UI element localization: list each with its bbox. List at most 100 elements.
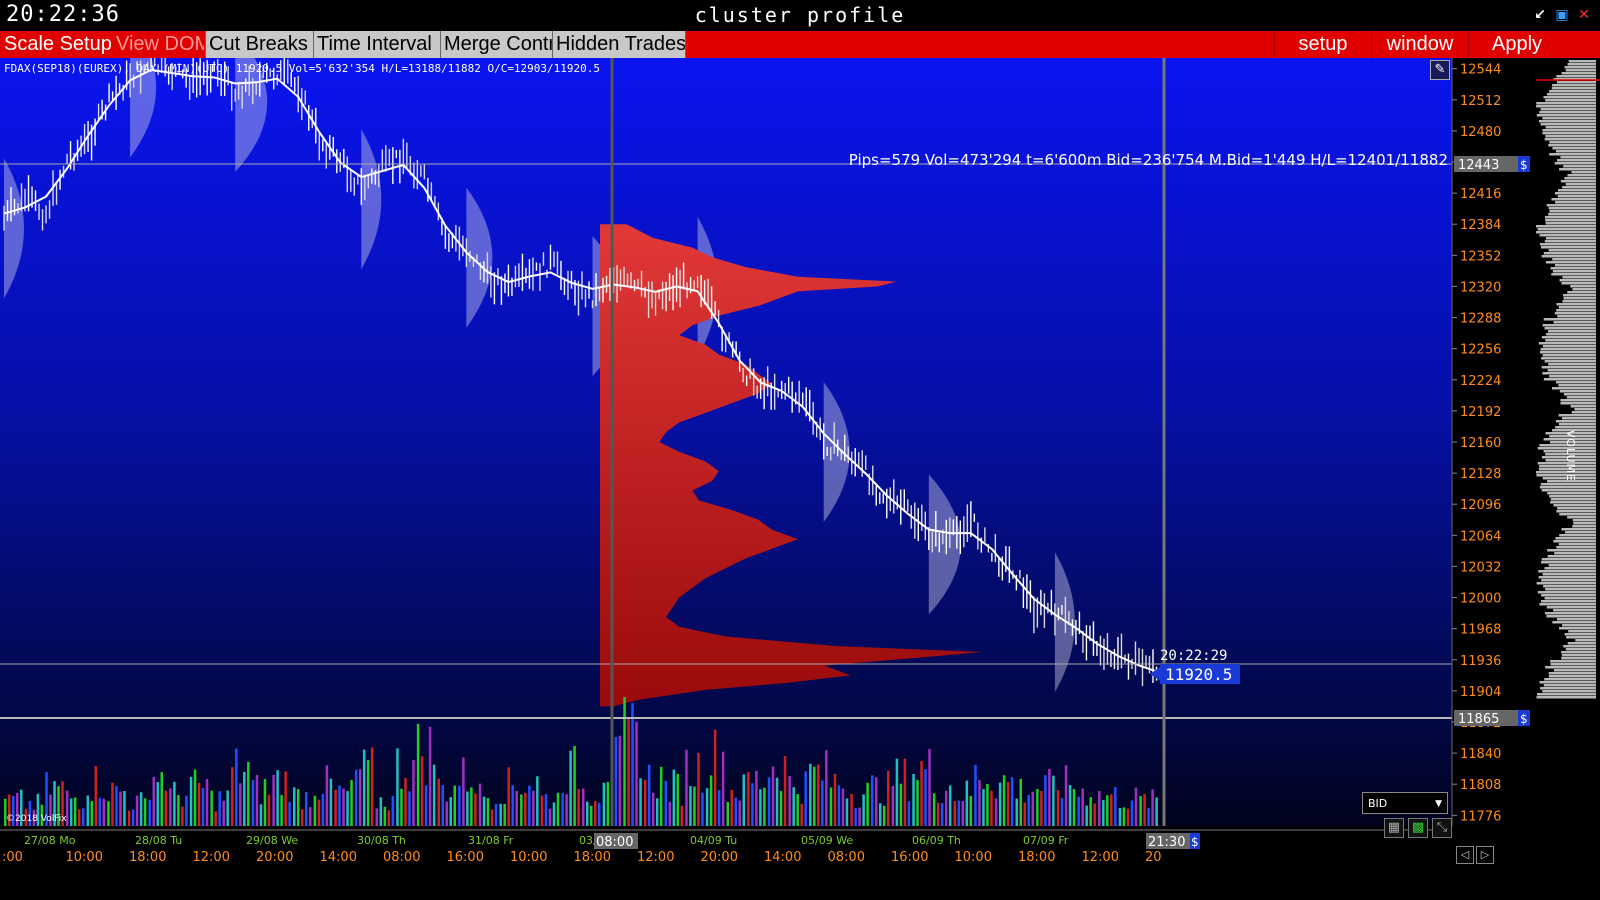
side-profile-bar — [1554, 669, 1596, 672]
cursor-price-upper: 12443 — [1458, 158, 1499, 173]
volume-bar — [1056, 790, 1060, 826]
side-profile-bar — [1561, 654, 1596, 657]
hidden-trades-button[interactable]: Hidden Trades — [552, 31, 686, 58]
side-profile-bar — [1548, 213, 1596, 216]
side-profile-bar — [1541, 255, 1596, 258]
volume-bar — [1023, 802, 1026, 826]
side-profile-bar — [1545, 237, 1596, 240]
close-icon[interactable]: ✕ — [1576, 7, 1592, 23]
setup-button[interactable]: setup — [1274, 31, 1371, 58]
volume-bar — [775, 777, 779, 826]
volume-bar — [651, 792, 655, 826]
volume-bar — [899, 783, 903, 826]
volume-bar — [771, 766, 775, 826]
scroll-left-icon[interactable]: ◁ — [1456, 846, 1474, 864]
side-profile-bar — [1540, 687, 1596, 690]
pencil-icon[interactable]: ✎ — [1430, 60, 1450, 80]
side-profile-bar — [1548, 207, 1596, 210]
volume-bar — [871, 775, 874, 826]
cluster-profile-chart[interactable]: 1254412512124801244812416123841235212320… — [0, 58, 1600, 900]
volume-bar — [474, 793, 477, 826]
side-profile-bar — [1565, 69, 1596, 72]
side-profile-bar — [1540, 108, 1596, 111]
side-profile-bar — [1564, 177, 1596, 180]
volume-bar — [317, 799, 321, 826]
merge-contr-button[interactable]: Merge Contr — [440, 31, 553, 58]
price-tick-label: 12512 — [1460, 94, 1501, 109]
side-profile-bar — [1550, 501, 1596, 504]
volume-bar — [957, 800, 961, 826]
window-menu-button[interactable]: window — [1371, 31, 1468, 58]
view-dom-button[interactable]: View DOM — [116, 31, 204, 58]
price-tick-label: 11840 — [1460, 747, 1501, 762]
side-profile-bar — [1546, 606, 1596, 609]
bid-select[interactable]: BID ▼ — [1362, 792, 1448, 814]
side-profile-bar — [1548, 672, 1596, 675]
volume-bar — [948, 785, 952, 826]
volume-bar — [107, 801, 110, 826]
side-profile-bar — [1567, 516, 1596, 519]
side-profile-bar — [1556, 159, 1596, 162]
volume-bar — [606, 781, 610, 826]
volume-bar — [243, 771, 246, 826]
volume-bar — [552, 802, 556, 826]
chart-tools: ▦ ▩ ⤡ — [1384, 818, 1452, 838]
time-interval-button[interactable]: Time Interval — [313, 31, 441, 58]
scale-setup-button[interactable]: Scale Setup — [4, 31, 114, 58]
maximize-icon[interactable]: ▣ — [1554, 7, 1570, 23]
side-profile-bar — [1555, 426, 1596, 429]
volume-bar — [623, 697, 626, 826]
side-profile-bar — [1545, 222, 1596, 225]
side-profile-bar — [1541, 336, 1596, 339]
expand-icon[interactable]: ⤡ — [1432, 818, 1452, 838]
minimize-icon[interactable]: ↙ — [1532, 7, 1548, 23]
price-tick-label: 12192 — [1460, 405, 1501, 420]
copyright: ©2018 VolFix — [6, 814, 67, 824]
volume-bar — [614, 737, 618, 826]
time-label: 16:00 — [447, 850, 484, 865]
side-volume-profile — [1536, 60, 1600, 699]
volume-bar — [251, 779, 255, 826]
volume-bar — [866, 782, 869, 826]
side-profile-bar — [1561, 651, 1596, 654]
time-label: 10:00 — [955, 850, 992, 865]
volume-bar — [916, 779, 919, 826]
scroll-right-icon[interactable]: ▷ — [1476, 846, 1494, 864]
side-profile-bar — [1553, 321, 1596, 324]
menu-bar: Scale Setup View DOM Cut Breaks Time Int… — [0, 31, 1600, 58]
side-profile-bar — [1543, 684, 1596, 687]
chart-mode-icon[interactable]: ▩ — [1408, 818, 1428, 838]
side-profile-bar — [1536, 225, 1596, 228]
side-profile-bar — [1544, 216, 1596, 219]
side-profile-bar — [1546, 93, 1596, 96]
side-profile-bar — [1554, 162, 1596, 165]
volume-bar — [536, 776, 539, 826]
side-profile-bar — [1544, 612, 1596, 615]
title-bar: 20:22:36 cluster profile ↙ ▣ ✕ — [0, 0, 1600, 31]
grid-icon[interactable]: ▦ — [1384, 818, 1404, 838]
volume-bar — [912, 773, 915, 826]
side-profile-bar — [1571, 171, 1596, 174]
side-profile-bar — [1555, 150, 1596, 153]
side-profile-bar — [1561, 282, 1596, 285]
volume-bar — [379, 797, 383, 826]
side-profile-bar — [1536, 231, 1596, 234]
apply-button[interactable]: Apply — [1468, 31, 1565, 58]
volume-bar — [276, 770, 279, 826]
volume-bar — [164, 790, 167, 826]
volume-bar — [809, 763, 812, 826]
cursor-price-lower: 11865 — [1458, 712, 1499, 727]
volume-bar — [458, 785, 461, 826]
volume-bar — [920, 761, 923, 826]
side-profile-bar — [1537, 591, 1596, 594]
side-profile-bar — [1559, 627, 1596, 630]
volume-bar — [734, 797, 737, 826]
side-profile-bar — [1542, 132, 1596, 135]
side-profile-bar — [1536, 114, 1596, 117]
cut-breaks-button[interactable]: Cut Breaks — [205, 31, 314, 58]
volume-bar — [582, 788, 585, 826]
volume-bar — [366, 759, 370, 826]
volume-bar — [313, 795, 317, 826]
volume-bar — [556, 792, 560, 826]
volume-bar — [1072, 789, 1076, 826]
